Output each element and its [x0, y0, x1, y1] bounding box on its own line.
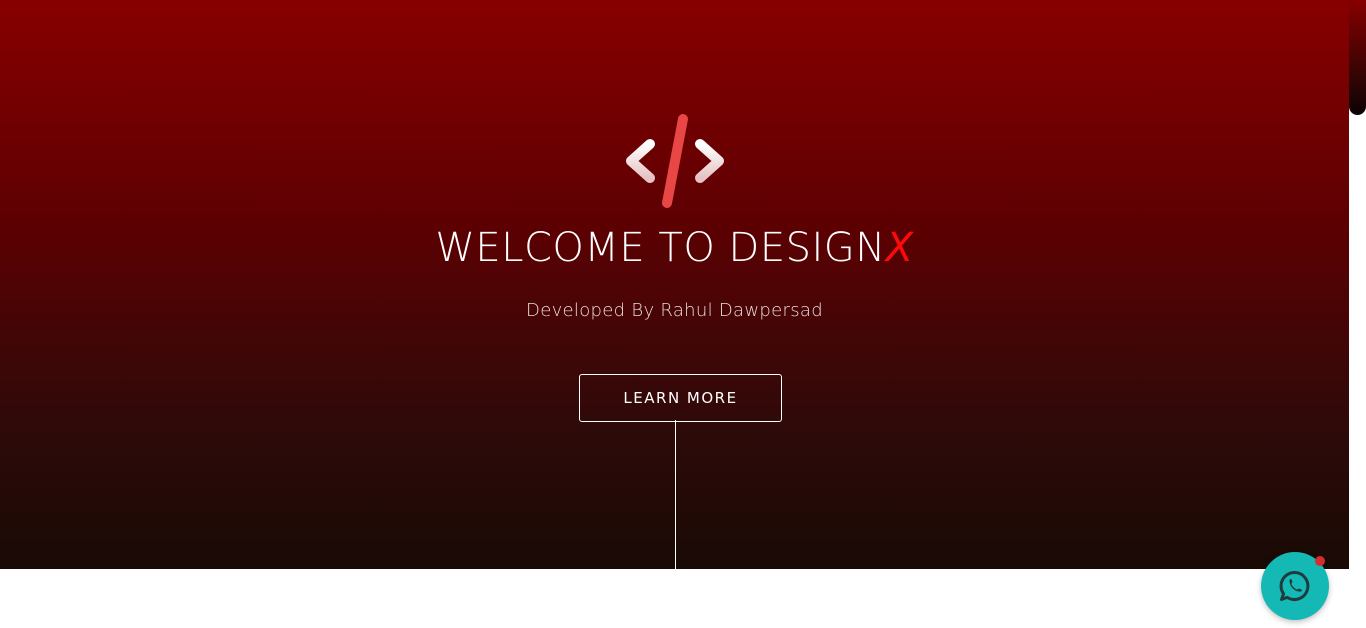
slash-icon: [662, 114, 688, 208]
code-brackets-icon: [626, 114, 724, 208]
title-accent: X: [885, 225, 914, 271]
vertical-divider-line: [675, 420, 676, 569]
title-main: WELCOME TO DESIGN: [435, 225, 886, 271]
developer-credit: Developed By Rahul Dawpersad: [526, 300, 823, 321]
page: WELCOME TO DESIGNX Developed By Rahul Da…: [0, 0, 1366, 628]
page-title: WELCOME TO DESIGNX: [0, 222, 1349, 274]
scrollbar-thumb[interactable]: [1349, 0, 1366, 115]
learn-more-button[interactable]: LEARN MORE: [579, 374, 782, 422]
left-chevron-icon: [626, 139, 655, 183]
hero-section: WELCOME TO DESIGNX Developed By Rahul Da…: [0, 0, 1349, 569]
whatsapp-icon: [1279, 570, 1310, 601]
notification-dot: [1315, 556, 1325, 566]
right-chevron-icon: [695, 139, 724, 183]
